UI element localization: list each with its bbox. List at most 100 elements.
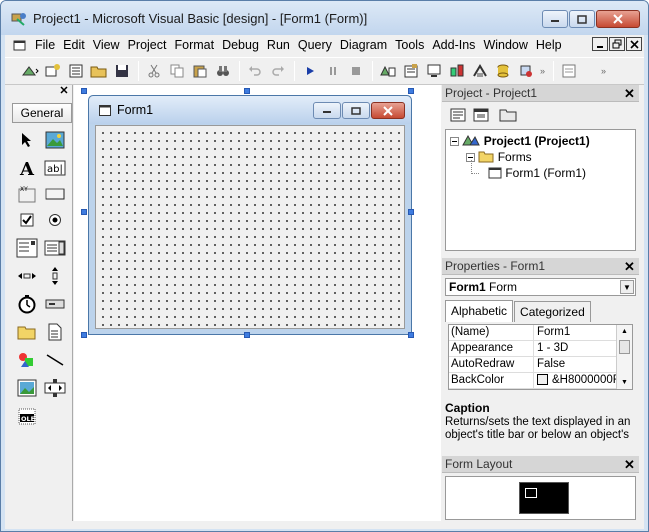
tab-categorized[interactable]: Categorized (514, 301, 591, 322)
form1-title-bar[interactable]: Form1 (89, 96, 411, 124)
resize-handle-bottom-left[interactable] (81, 332, 87, 338)
filelistbox-tool[interactable] (43, 320, 67, 344)
collapse-icon[interactable] (450, 137, 459, 146)
property-row[interactable]: Appearance 1 - 3D (449, 341, 632, 357)
properties-panel-close-icon[interactable]: ✕ (623, 260, 636, 273)
scroll-down-icon[interactable]: ▼ (617, 376, 632, 389)
form-position-marker[interactable] (525, 488, 537, 498)
form-layout-close-icon[interactable]: ✕ (623, 458, 636, 471)
view-code-button[interactable] (447, 105, 469, 125)
tab-alphabetic[interactable]: Alphabetic (445, 300, 514, 322)
menu-addins[interactable]: Add-Ins (428, 38, 479, 52)
mdi-minimize-button[interactable] (592, 37, 608, 51)
properties-window-button[interactable] (400, 60, 422, 82)
timer-tool[interactable] (15, 292, 39, 316)
save-project-button[interactable] (111, 60, 133, 82)
resize-handle-bottom[interactable] (244, 332, 250, 338)
resize-handle-top[interactable] (244, 88, 250, 94)
project-explorer-button[interactable] (377, 60, 399, 82)
object-browser-button[interactable] (446, 60, 468, 82)
hscrollbar-tool[interactable] (15, 264, 39, 288)
menu-query[interactable]: Query (294, 38, 336, 52)
menu-view[interactable]: View (89, 38, 124, 52)
toolbar-overflow-icon[interactable]: » (540, 66, 545, 76)
property-row[interactable]: AutoRedraw False (449, 357, 632, 373)
textbox-tool[interactable]: ab| (43, 156, 67, 180)
data-view-button[interactable] (492, 60, 514, 82)
toolbox-close-icon[interactable]: ✕ (58, 85, 70, 97)
toggle-folders-button[interactable] (497, 105, 519, 125)
form-doc-icon[interactable] (13, 38, 27, 52)
menu-file[interactable]: File (31, 38, 59, 52)
resize-handle-bottom-right[interactable] (408, 332, 414, 338)
dirlistbox-tool[interactable] (15, 320, 39, 344)
object-selector[interactable]: Form1 Form ▼ (445, 278, 636, 296)
image-tool[interactable] (15, 376, 39, 400)
close-button[interactable] (596, 10, 640, 28)
toolbox-button[interactable] (469, 60, 491, 82)
menu-edit[interactable]: Edit (59, 38, 89, 52)
menu-run[interactable]: Run (263, 38, 294, 52)
open-project-button[interactable] (88, 60, 110, 82)
menu-window[interactable]: Window (479, 38, 531, 52)
menu-editor-button[interactable] (65, 60, 87, 82)
picturebox-tool[interactable] (43, 128, 67, 152)
label-tool[interactable]: A (15, 156, 39, 180)
undo-button[interactable] (244, 60, 266, 82)
tree-node-form1[interactable]: Form1 (Form1) (488, 166, 586, 180)
end-button[interactable] (345, 60, 367, 82)
form1-maximize-button[interactable] (342, 102, 370, 119)
project-panel-close-icon[interactable]: ✕ (623, 87, 636, 100)
menu-debug[interactable]: Debug (218, 38, 263, 52)
toolbar2-button[interactable] (558, 60, 580, 82)
data-tool[interactable] (43, 376, 67, 400)
toolbar2-overflow-icon[interactable]: » (601, 66, 606, 76)
commandbutton-tool[interactable] (43, 182, 67, 206)
paste-button[interactable] (189, 60, 211, 82)
resize-handle-left[interactable] (81, 209, 87, 215)
line-tool[interactable] (43, 348, 67, 372)
cut-button[interactable] (143, 60, 165, 82)
chevron-down-icon[interactable]: ▼ (620, 280, 634, 294)
menu-project[interactable]: Project (124, 38, 171, 52)
menu-tools[interactable]: Tools (391, 38, 428, 52)
ole-tool[interactable]: OLE (15, 404, 39, 428)
resize-handle-top-right[interactable] (408, 88, 414, 94)
vscrollbar-tool[interactable] (43, 264, 67, 288)
form1-minimize-button[interactable] (313, 102, 341, 119)
resize-handle-top-left[interactable] (81, 88, 87, 94)
scroll-thumb[interactable] (619, 340, 630, 354)
form-layout-button[interactable] (423, 60, 445, 82)
menu-diagram[interactable]: Diagram (336, 38, 391, 52)
menu-format[interactable]: Format (170, 38, 218, 52)
mdi-restore-button[interactable] (609, 37, 625, 51)
listbox-tool[interactable] (43, 236, 67, 260)
checkbox-tool[interactable] (15, 208, 39, 232)
optionbutton-tool[interactable] (43, 208, 67, 232)
redo-button[interactable] (267, 60, 289, 82)
find-button[interactable] (212, 60, 234, 82)
frame-tool[interactable]: XY (15, 182, 39, 206)
shape-tool[interactable] (15, 348, 39, 372)
toolbox-general-tab[interactable]: General (12, 103, 72, 123)
start-button[interactable] (299, 60, 321, 82)
minimize-button[interactable] (542, 10, 568, 28)
resize-handle-right[interactable] (408, 209, 414, 215)
form1-window[interactable]: Form1 (88, 95, 412, 335)
menu-help[interactable]: Help (532, 38, 566, 52)
property-scrollbar[interactable]: ▲ ▼ (616, 325, 632, 389)
property-row[interactable]: BackColor &H8000000F (449, 373, 632, 389)
maximize-button[interactable] (569, 10, 595, 28)
drivelistbox-tool[interactable] (43, 292, 67, 316)
add-project-button[interactable] (19, 60, 41, 82)
form1-design-grid[interactable] (95, 125, 405, 329)
mdi-close-button[interactable] (626, 37, 642, 51)
title-bar[interactable]: Project1 - Microsoft Visual Basic [desig… (1, 1, 648, 35)
form1-close-button[interactable] (371, 102, 405, 119)
copy-button[interactable] (166, 60, 188, 82)
break-button[interactable] (322, 60, 344, 82)
property-row[interactable]: (Name) Form1 (449, 325, 632, 341)
view-object-button[interactable] (470, 105, 492, 125)
add-form-button[interactable] (42, 60, 64, 82)
scroll-up-icon[interactable]: ▲ (617, 325, 632, 338)
